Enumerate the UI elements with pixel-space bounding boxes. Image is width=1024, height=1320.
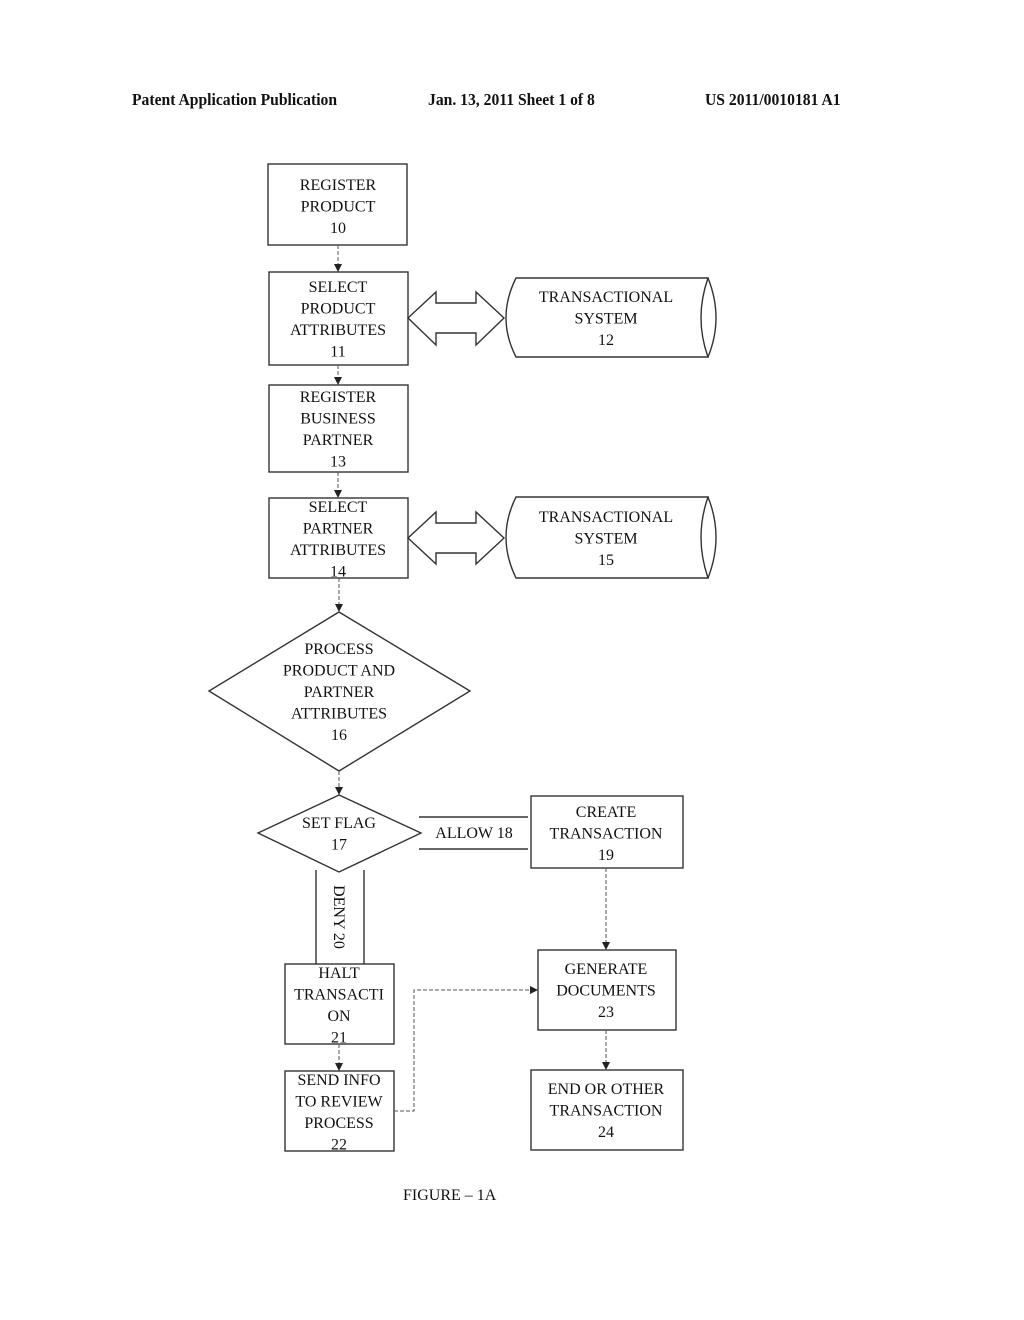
node-17-label-line: SET FLAG — [302, 815, 376, 832]
node-10-label-line: PRODUCT — [301, 199, 376, 216]
node-23-label-line: 23 — [598, 1004, 614, 1021]
node-21-label-line: TRANSACTI — [294, 987, 384, 1004]
node-15-right-curve — [707, 496, 717, 579]
node-24-label-line: 24 — [598, 1124, 614, 1141]
node-16-label-line: PARTNER — [304, 684, 375, 701]
node-10-label-line: REGISTER — [300, 177, 377, 194]
node-15-label-line: TRANSACTIONAL — [539, 509, 673, 526]
node-21-label-line: 21 — [331, 1030, 347, 1047]
deny-edge-label: DENY 20 — [330, 885, 347, 949]
node-19-label-line: CREATE — [576, 804, 636, 821]
node-24-label-line: TRANSACTION — [550, 1103, 663, 1120]
node-11-label-line: SELECT — [309, 279, 368, 296]
node-13-label-line: PARTNER — [303, 432, 374, 449]
node-labels: REGISTER PRODUCT 10 SELECT PRODUCT ATTRIBUTES… — [283, 177, 673, 1154]
node-16-label-line: ATTRIBUTES — [291, 706, 387, 723]
node-10-label-line: 10 — [330, 220, 346, 237]
node-11-label-line: 11 — [330, 344, 345, 361]
node-23-label-line: GENERATE — [565, 961, 648, 978]
node-14-label-line: SELECT — [309, 499, 368, 516]
node-15-label-line: 15 — [598, 552, 614, 569]
figure-caption: FIGURE – 1A — [403, 1187, 497, 1204]
node-14-label-line: PARTNER — [303, 521, 374, 538]
node-12-right-curve — [707, 277, 717, 358]
node-12-label-line: 12 — [598, 332, 614, 349]
node-22-label-line: 22 — [331, 1137, 347, 1154]
node-11-label-line: PRODUCT — [301, 301, 376, 318]
node-13-label-line: 13 — [330, 454, 346, 471]
node-21-label-line: HALT — [318, 965, 359, 982]
node-17-label-line: 17 — [331, 837, 347, 854]
node-12-label-line: TRANSACTIONAL — [539, 289, 673, 306]
node-14-label-line: ATTRIBUTES — [290, 542, 386, 559]
node-22-label-line: SEND INFO — [297, 1072, 380, 1089]
double-arrow-14-15 — [406, 510, 506, 566]
node-21-label-line: ON — [327, 1008, 351, 1025]
node-16-label-line: PRODUCT AND — [283, 663, 395, 680]
node-24-label-line: END OR OTHER — [548, 1081, 665, 1098]
node-16-label-line: 16 — [331, 727, 347, 744]
node-19-label-line: TRANSACTION — [550, 826, 663, 843]
arrow-22-23 — [394, 986, 538, 1112]
allow-edge-label: ALLOW 18 — [435, 825, 512, 842]
node-13-label-line: BUSINESS — [300, 411, 376, 428]
node-16-label-line: PROCESS — [304, 641, 373, 658]
node-23-label-line: DOCUMENTS — [556, 983, 656, 1000]
node-12-label-line: SYSTEM — [574, 311, 637, 328]
node-13-label-line: REGISTER — [300, 389, 377, 406]
node-15-label-line: SYSTEM — [574, 531, 637, 548]
node-11-label-line: ATTRIBUTES — [290, 322, 386, 339]
flowchart: REGISTER PRODUCT 10 SELECT PRODUCT ATTRIBUTES… — [207, 163, 717, 1154]
node-14-label-line: 14 — [330, 564, 346, 581]
node-22-label-line: PROCESS — [304, 1115, 373, 1132]
node-17-diamond — [256, 794, 423, 873]
node-22-label-line: TO REVIEW — [295, 1094, 383, 1111]
node-19-label-line: 19 — [598, 847, 614, 864]
double-arrow-11-12 — [406, 290, 506, 347]
